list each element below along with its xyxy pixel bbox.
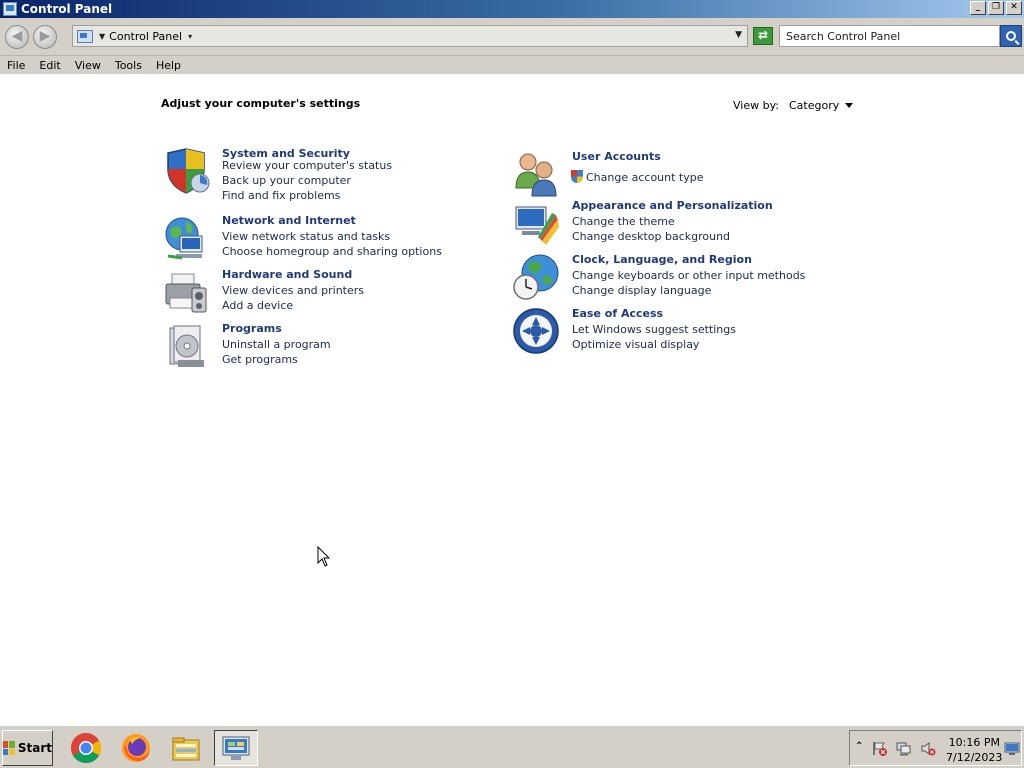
category-link[interactable]: Let Windows suggest settings bbox=[572, 322, 736, 337]
category-link[interactable]: Uninstall a program bbox=[222, 337, 331, 352]
view-by-label: View by: bbox=[733, 99, 779, 112]
category-title[interactable]: Network and Internet bbox=[222, 214, 356, 227]
category-link[interactable]: Find and fix problems bbox=[222, 188, 392, 203]
address-dropdown-icon[interactable]: ▼ bbox=[735, 30, 742, 40]
start-button[interactable]: Start bbox=[2, 730, 53, 766]
action-center-flag-icon[interactable] bbox=[872, 741, 888, 756]
view-by: View by: Category bbox=[733, 99, 854, 112]
folder-icon bbox=[172, 737, 200, 761]
minimize-button[interactable]: _ bbox=[970, 1, 986, 15]
category-link[interactable]: Get programs bbox=[222, 352, 331, 367]
show-desktop-icon[interactable] bbox=[1004, 741, 1020, 756]
category-link[interactable]: Change display language bbox=[572, 283, 805, 298]
show-hidden-icons-icon[interactable]: ⌃ bbox=[855, 741, 863, 752]
uac-shield-icon bbox=[571, 170, 583, 183]
forward-button[interactable]: ▶ bbox=[33, 25, 57, 49]
dropdown-arrow-icon bbox=[845, 103, 854, 108]
category-link[interactable]: Review your computer's status bbox=[222, 158, 392, 173]
category-link[interactable]: Add a device bbox=[222, 298, 364, 313]
page-title: Adjust your computer's settings bbox=[161, 97, 361, 110]
address-toolbar: ◀ ▶ ▼ Control Panel ▾ ▼ ⇄ Search Control… bbox=[0, 18, 1024, 56]
clock-time: 10:16 PM bbox=[948, 736, 1000, 749]
location-caret-icon[interactable]: ▼ bbox=[99, 32, 105, 41]
category-title[interactable]: Appearance and Personalization bbox=[572, 199, 773, 212]
breadcrumb-control-panel[interactable]: Control Panel bbox=[109, 30, 182, 43]
main-content: Adjust your computer's settings View by:… bbox=[0, 74, 1024, 725]
appearance-icon bbox=[515, 206, 559, 245]
chrome-icon bbox=[70, 733, 102, 764]
system-tray: ⌃ 10:16 PM 7/12/2023 bbox=[849, 730, 1022, 766]
breadcrumb-chevron-icon[interactable]: ▾ bbox=[188, 32, 192, 41]
taskbar-chrome[interactable] bbox=[64, 730, 108, 766]
category-link[interactable]: Change account type bbox=[571, 170, 704, 185]
volume-muted-icon[interactable] bbox=[920, 741, 936, 756]
network-globe-icon bbox=[165, 217, 203, 260]
restore-button[interactable]: ❐ bbox=[988, 1, 1004, 15]
close-button[interactable]: ✕ bbox=[1006, 1, 1022, 15]
category-title[interactable]: User Accounts bbox=[572, 150, 661, 163]
category-link[interactable]: View devices and printers bbox=[222, 283, 364, 298]
view-by-dropdown[interactable]: Category bbox=[789, 99, 854, 112]
shield-icon bbox=[167, 148, 210, 194]
ease-of-access-icon bbox=[513, 308, 559, 354]
category-link[interactable]: Change the theme bbox=[572, 214, 730, 229]
category-title[interactable]: Clock, Language, and Region bbox=[572, 253, 752, 266]
menu-edit[interactable]: Edit bbox=[32, 59, 67, 72]
category-link[interactable]: Change desktop background bbox=[572, 229, 730, 244]
category-title[interactable]: Ease of Access bbox=[572, 307, 663, 320]
menu-help[interactable]: Help bbox=[149, 59, 188, 72]
users-icon bbox=[515, 153, 557, 197]
category-title[interactable]: Hardware and Sound bbox=[222, 268, 352, 281]
title-bar: Control Panel _ ❐ ✕ bbox=[0, 0, 1024, 18]
clock-globe-icon bbox=[513, 254, 559, 300]
window-title: Control Panel bbox=[21, 2, 113, 16]
clock-date: 7/12/2023 bbox=[946, 751, 1003, 764]
search-icon bbox=[1006, 31, 1016, 41]
menu-tools[interactable]: Tools bbox=[108, 59, 149, 72]
clock[interactable]: 10:16 PM 7/12/2023 bbox=[946, 735, 1003, 765]
refresh-button[interactable]: ⇄ bbox=[753, 27, 773, 45]
category-link[interactable]: View network status and tasks bbox=[222, 229, 442, 244]
printer-icon bbox=[165, 273, 207, 313]
network-status-icon[interactable] bbox=[896, 741, 912, 756]
taskbar-firefox[interactable] bbox=[114, 730, 158, 766]
taskbar: Start ⌃ 10:16 PM 7/12/2023 bbox=[0, 725, 1024, 768]
address-bar[interactable]: ▼ Control Panel ▾ ▼ bbox=[72, 25, 748, 47]
back-button[interactable]: ◀ bbox=[5, 25, 29, 49]
category-link-label: Change account type bbox=[586, 171, 704, 184]
control-panel-icon bbox=[222, 736, 250, 760]
menu-view[interactable]: View bbox=[68, 59, 108, 72]
control-panel-icon bbox=[3, 2, 17, 16]
category-title[interactable]: Programs bbox=[222, 322, 282, 335]
firefox-icon bbox=[122, 734, 150, 762]
menu-file[interactable]: File bbox=[0, 59, 32, 72]
search-input[interactable]: Search Control Panel bbox=[779, 25, 1000, 47]
window-controls: _ ❐ ✕ bbox=[970, 1, 1022, 15]
search-button[interactable] bbox=[1000, 25, 1022, 47]
control-panel-icon bbox=[77, 29, 93, 43]
taskbar-control-panel[interactable] bbox=[214, 730, 258, 766]
category-link[interactable]: Change keyboards or other input methods bbox=[572, 268, 805, 283]
mouse-cursor-icon bbox=[317, 546, 331, 567]
category-link[interactable]: Back up your computer bbox=[222, 173, 392, 188]
category-link[interactable]: Optimize visual display bbox=[572, 337, 736, 352]
programs-icon bbox=[169, 325, 204, 367]
windows-logo-icon bbox=[3, 741, 15, 755]
start-label: Start bbox=[17, 741, 52, 755]
taskbar-explorer[interactable] bbox=[164, 730, 208, 766]
category-link[interactable]: Choose homegroup and sharing options bbox=[222, 244, 442, 259]
menu-bar: File Edit View Tools Help bbox=[0, 56, 1024, 74]
view-by-value: Category bbox=[789, 99, 840, 112]
